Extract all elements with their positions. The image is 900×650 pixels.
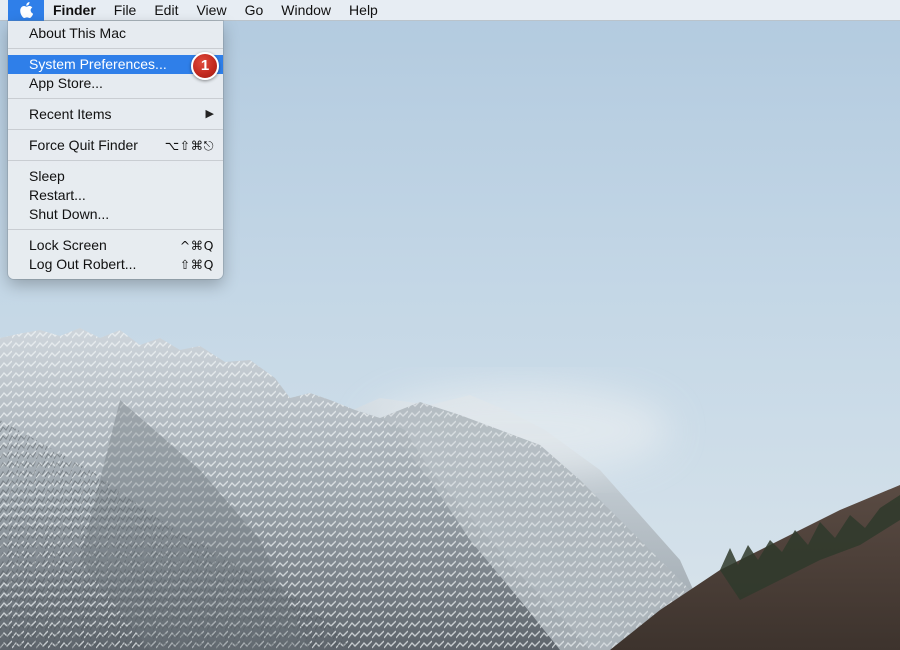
menu-item-label: Restart...: [29, 187, 86, 203]
menu-item-label: Sleep: [29, 168, 65, 184]
menu-file[interactable]: File: [105, 0, 146, 21]
keyboard-shortcut: ^⌘Q: [179, 238, 214, 253]
keyboard-shortcut: ⌥⇧⌘⎋: [164, 138, 214, 153]
menu-item-label: About This Mac: [29, 25, 127, 41]
menu-item-label: Recent Items: [29, 106, 112, 122]
menu-bar: Finder File Edit View Go Window Help: [0, 0, 900, 21]
menu-separator: [8, 229, 223, 230]
menu-window[interactable]: Window: [272, 0, 340, 21]
menu-separator: [8, 129, 223, 130]
menu-view[interactable]: View: [187, 0, 235, 21]
menu-item-label: App Store...: [29, 75, 103, 91]
menu-item-log-out[interactable]: Log Out Robert... ⇧⌘Q: [8, 255, 223, 274]
menu-item-label: Force Quit Finder: [29, 137, 138, 153]
menu-item-app-store[interactable]: App Store...: [8, 74, 223, 93]
menu-go[interactable]: Go: [236, 0, 273, 21]
menu-item-force-quit[interactable]: Force Quit Finder ⌥⇧⌘⎋: [8, 136, 223, 155]
keyboard-shortcut: ⇧⌘Q: [179, 257, 214, 272]
menu-item-label: Shut Down...: [29, 206, 110, 222]
menu-item-system-preferences[interactable]: System Preferences... 1: [8, 52, 223, 80]
menu-item-label: Lock Screen: [29, 237, 107, 253]
menu-separator: [8, 98, 223, 99]
desktop: Finder File Edit View Go Window Help Abo…: [0, 0, 900, 650]
menu-finder[interactable]: Finder: [44, 0, 105, 21]
menu-item-label: System Preferences...: [29, 56, 167, 72]
menu-separator: [8, 160, 223, 161]
menu-item-sleep[interactable]: Sleep: [8, 167, 223, 186]
apple-menu-dropdown: About This Mac System Preferences... 1 A…: [8, 21, 223, 279]
apple-logo-icon: [19, 2, 33, 18]
menu-item-restart[interactable]: Restart...: [8, 186, 223, 205]
menu-item-shut-down[interactable]: Shut Down...: [8, 205, 223, 224]
submenu-arrow-icon: ▶: [205, 108, 214, 120]
menu-item-lock-screen[interactable]: Lock Screen ^⌘Q: [8, 236, 223, 255]
menu-separator: [8, 48, 223, 49]
menu-edit[interactable]: Edit: [145, 0, 187, 21]
menu-item-recent-items[interactable]: Recent Items ▶: [8, 105, 223, 124]
menu-item-label: Log Out Robert...: [29, 256, 137, 272]
apple-menu-button[interactable]: [8, 0, 44, 21]
menu-item-about-this-mac[interactable]: About This Mac: [8, 24, 223, 43]
menu-help[interactable]: Help: [340, 0, 387, 21]
